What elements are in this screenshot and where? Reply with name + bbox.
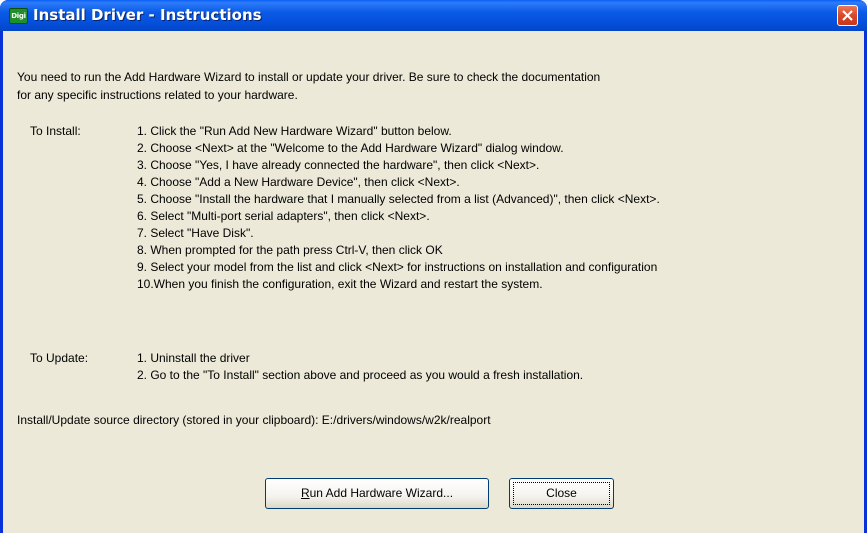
title-bar[interactable]: Digi Install Driver - Instructions: [0, 0, 867, 31]
update-step: 1. Uninstall the driver: [137, 351, 250, 365]
install-steps-list: 1. Click the "Run Add New Hardware Wizar…: [137, 123, 660, 293]
install-step: 1. Click the "Run Add New Hardware Wizar…: [137, 124, 452, 138]
close-button-label: Close: [513, 482, 610, 505]
install-step: 7. Select "Have Disk".: [137, 226, 254, 240]
install-step: 2. Choose <Next> at the "Welcome to the …: [137, 141, 564, 155]
to-update-label: To Update:: [30, 351, 89, 365]
run-wizard-button-label: Run Add Hardware Wizard...: [300, 486, 454, 500]
digi-logo-icon: Digi: [9, 8, 28, 24]
intro-line-2: for any specific instructions related to…: [17, 88, 298, 102]
run-add-hardware-wizard-button[interactable]: Run Add Hardware Wizard...: [265, 478, 489, 509]
close-button[interactable]: Close: [509, 478, 614, 509]
install-step: 9. Select your model from the list and c…: [137, 260, 658, 274]
install-step: 10.When you finish the configuration, ex…: [137, 277, 543, 291]
close-window-button[interactable]: [837, 5, 858, 26]
dialog-body: You need to run the Add Hardware Wizard …: [3, 31, 864, 533]
to-install-label: To Install:: [30, 124, 81, 138]
install-step: 5. Choose "Install the hardware that I m…: [137, 192, 660, 206]
source-directory-text: Install/Update source directory (stored …: [17, 413, 491, 427]
install-step: 8. When prompted for the path press Ctrl…: [137, 243, 443, 257]
window-title: Install Driver - Instructions: [33, 6, 262, 24]
update-step: 2. Go to the "To Install" section above …: [137, 368, 584, 382]
install-step: 3. Choose "Yes, I have already connected…: [137, 158, 540, 172]
install-step: 6. Select "Multi-port serial adapters", …: [137, 209, 430, 223]
close-icon: [842, 10, 853, 21]
install-driver-window: Digi Install Driver - Instructions You n…: [0, 0, 867, 533]
update-steps-list: 1. Uninstall the driver 2. Go to the "To…: [137, 350, 583, 384]
install-step: 4. Choose "Add a New Hardware Device", t…: [137, 175, 460, 189]
intro-line-1: You need to run the Add Hardware Wizard …: [17, 70, 601, 84]
